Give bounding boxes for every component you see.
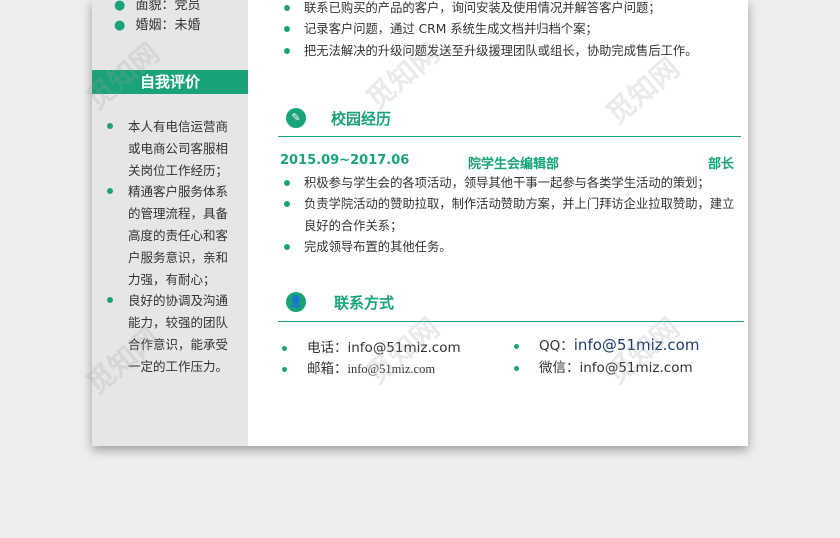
marital-row: ● 婚姻：未婚 — [114, 14, 201, 33]
qq-label: QQ： — [539, 338, 574, 354]
list-item: 负责学院活动的赞助拉取，制作活动赞助方案，并上门拜访企业拉取赞助，建立良好的合作… — [278, 194, 738, 237]
list-item: 积极参与学生会的各项活动，领导其他干事一起参与各类学生活动的策划； — [278, 173, 738, 194]
self-eval-list: 本人有电信运营商或电商公司客服相关岗位工作经历； 精通客户服务体系的管理流程，具… — [100, 116, 240, 378]
list-item: 把无法解决的升级问题发送至升级援理团队或组长，协助完成售后工作。 — [278, 41, 738, 62]
campus-org: 院学生会编辑部 — [468, 157, 560, 172]
campus-section-title: 校园经历 — [331, 110, 392, 128]
work-list: 联系已购买的产品的客户，询问安装及使用情况并解答客户问题； 记录客户问题，通过 … — [278, 0, 738, 62]
email-value: info@51miz.com — [347, 362, 436, 376]
list-item: 完成领导布置的其他任务。 — [278, 237, 738, 258]
appearance-row: ● 面貌：党员 — [114, 0, 201, 13]
bullet-dot — [514, 343, 519, 349]
phone-value: info@51miz.com — [347, 340, 461, 356]
bullet-dot: ● — [114, 0, 126, 13]
self-eval-title: 自我评价 — [92, 70, 248, 94]
bullet-dot — [282, 345, 287, 351]
qq-value: info@51miz.com — [573, 336, 700, 354]
contact-wechat: 微信：info@51miz.com — [514, 356, 693, 376]
bullet-dot — [282, 366, 287, 372]
phone-label: 电话： — [307, 340, 348, 356]
contact-phone: 电话：info@51miz.com — [282, 336, 461, 356]
appearance-label: 面貌： — [135, 0, 175, 13]
marital-label: 婚姻： — [135, 18, 175, 33]
campus-role: 部长 — [708, 157, 735, 172]
resume-page: ● 面貌：党员 ● 婚姻：未婚 自我评价 本人有电信运营商或电商公司客服相关岗位… — [92, 0, 748, 446]
campus-header-row: 2015.09~2017.06 院学生会编辑部 部长 — [280, 153, 738, 172]
campus-period: 2015.09~2017.06 — [280, 153, 410, 168]
contact-section-title: 联系方式 — [334, 294, 395, 312]
list-item: 记录客户问题，通过 CRM 系统生成文档并归档个案； — [278, 19, 738, 40]
email-label: 邮箱： — [307, 361, 348, 377]
person-icon: 👤 — [286, 292, 306, 312]
section-divider — [278, 136, 741, 137]
wechat-value: info@51miz.com — [579, 360, 693, 376]
edit-icon: ✎ — [286, 108, 306, 128]
list-item: 本人有电信运营商或电商公司客服相关岗位工作经历； — [100, 116, 240, 181]
sidebar: ● 面貌：党员 ● 婚姻：未婚 自我评价 本人有电信运营商或电商公司客服相关岗位… — [92, 0, 248, 446]
list-item: 联系已购买的产品的客户，询问安装及使用情况并解答客户问题； — [278, 0, 738, 19]
main-content: 联系已购买的产品的客户，询问安装及使用情况并解答客户问题； 记录客户问题，通过 … — [248, 0, 748, 446]
list-item: 良好的协调及沟通能力，较强的团队合作意识，能承受一定的工作压力。 — [100, 290, 240, 377]
appearance-value: 党员 — [174, 0, 201, 13]
contact-email: 邮箱：info@51miz.com — [282, 357, 435, 377]
wechat-label: 微信： — [539, 360, 580, 376]
marital-value: 未婚 — [174, 18, 201, 33]
bullet-dot: ● — [114, 18, 126, 33]
contact-qq: QQ：info@51miz.com — [514, 334, 699, 354]
campus-list: 积极参与学生会的各项活动，领导其他干事一起参与各类学生活动的策划； 负责学院活动… — [278, 173, 738, 258]
section-divider — [278, 321, 744, 322]
bullet-dot — [514, 365, 519, 371]
list-item: 精通客户服务体系的管理流程，具备高度的责任心和客户服务意识，亲和力强，有耐心； — [100, 181, 240, 290]
